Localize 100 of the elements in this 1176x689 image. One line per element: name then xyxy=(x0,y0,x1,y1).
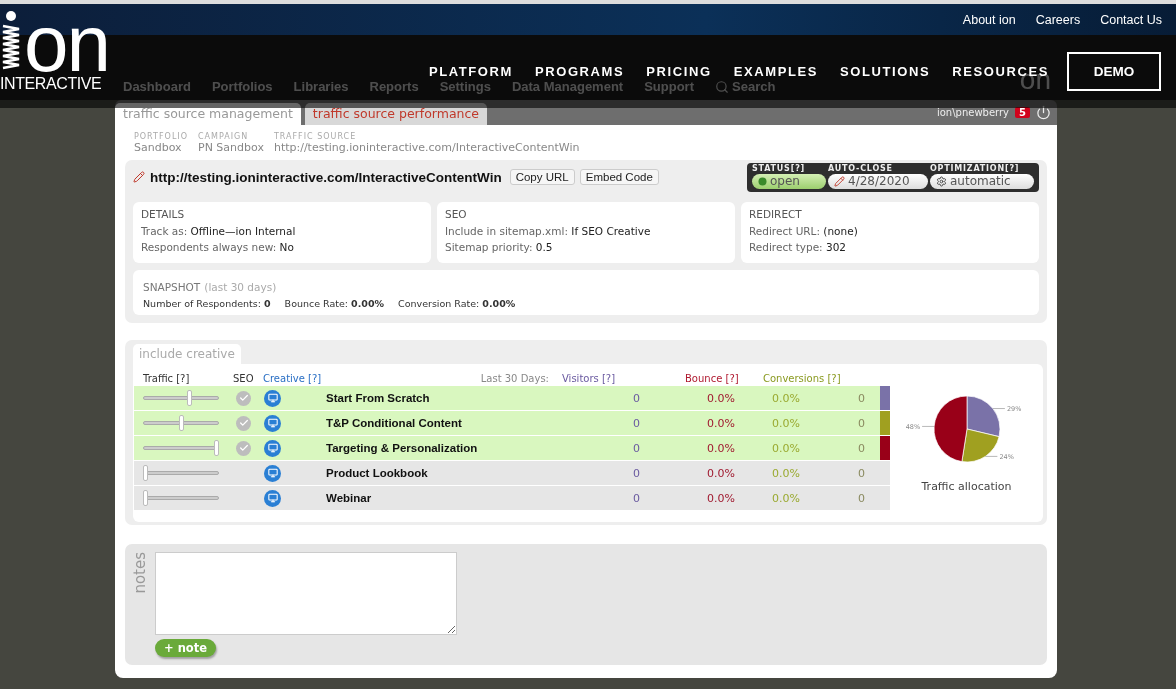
check-icon[interactable] xyxy=(236,390,251,406)
snapshot-metric: Number of Respondents: 0 xyxy=(143,298,271,309)
status-pill[interactable]: 4/28/2020 xyxy=(828,173,928,189)
table-cell-text: 0.0% xyxy=(706,416,736,430)
snapshot-title: SNAPSHOT xyxy=(143,281,201,293)
card-line: Track as: Offline—ion Internal xyxy=(141,224,297,239)
leader-line xyxy=(984,456,998,457)
pencil-icon xyxy=(834,175,845,187)
column-header: Creative [?] xyxy=(263,372,322,384)
creative-row[interactable]: T&P Conditional Content 0 0.0% 0.0% 0 xyxy=(134,411,890,435)
creative-row[interactable]: Product Lookbook 0 0.0% 0.0% 0 xyxy=(134,461,890,485)
creative-name: T&P Conditional Content xyxy=(325,417,463,429)
breadcrumb-label: CAMPAIGN xyxy=(198,132,250,141)
top-link[interactable]: About ion xyxy=(962,12,1016,27)
monitor-icon[interactable] xyxy=(264,489,281,507)
breadcrumb-label: PORTFOLIO xyxy=(134,132,188,141)
table-cell-text: 0.0% xyxy=(706,391,736,405)
settings-icon xyxy=(936,175,947,187)
pencil-icon[interactable] xyxy=(133,171,145,183)
monitor-icon[interactable] xyxy=(264,439,281,457)
creative-name: Start From Scratch xyxy=(325,392,431,404)
table-cell-text: 0 xyxy=(857,491,866,505)
creative-row[interactable]: Webinar 0 0.0% 0.0% 0 xyxy=(134,486,890,510)
source-url: http://testing.ioninteractive.com/InteractiveContentWin xyxy=(150,169,502,185)
monitor-icon[interactable] xyxy=(264,414,281,432)
table-cell-text: 0 xyxy=(632,416,641,430)
top-link[interactable]: Contact Us xyxy=(1100,12,1162,27)
table-cell-text: 0 xyxy=(857,416,866,430)
column-header: Last 30 Days: xyxy=(480,372,550,384)
snapshot-period: (last 30 days) xyxy=(204,281,277,293)
table-cell-text: 0 xyxy=(632,466,641,480)
table-cell-text: 0.0% xyxy=(771,391,801,405)
status-label: OPTIMIZATION[?] xyxy=(930,163,1021,174)
table-cell-text: 0.0% xyxy=(771,416,801,430)
breadcrumb-value: http://testing.ioninteractive.com/InteractiveContentWin xyxy=(273,141,580,154)
check-icon[interactable] xyxy=(236,440,251,456)
slider-thumb[interactable] xyxy=(214,440,219,456)
slider-thumb[interactable] xyxy=(143,490,148,506)
table-cell-text: 0 xyxy=(632,491,641,505)
status-pill[interactable]: open xyxy=(752,173,826,189)
breadcrumb-value: PN Sandbox xyxy=(198,141,264,154)
card-line: Respondents always new: No xyxy=(141,240,295,255)
chart-title: Traffic allocation xyxy=(921,480,1012,493)
nav-link[interactable]: EXAMPLES xyxy=(733,64,818,79)
top-link[interactable]: Careers xyxy=(1035,12,1081,27)
monitor-icon[interactable] xyxy=(264,389,281,407)
status-value: automatic xyxy=(950,174,1011,188)
status-pill[interactable]: automatic xyxy=(930,173,1034,189)
table-cell-text: 0 xyxy=(632,441,641,455)
table-cell-text: 0.0% xyxy=(771,466,801,480)
traffic-slider[interactable] xyxy=(143,465,219,481)
monitor-icon[interactable] xyxy=(264,464,281,482)
card-line: Include in sitemap.xml: If SEO Creative xyxy=(445,224,652,239)
card-line: Redirect type: 302 xyxy=(749,240,848,255)
leader-line xyxy=(992,408,1005,409)
snapshot-metric: Conversion Rate: 0.00% xyxy=(398,298,516,309)
column-header: SEO xyxy=(232,372,255,384)
snapshot-metric: Bounce Rate: 0.00% xyxy=(284,298,385,309)
breadcrumb-label: TRAFFIC SOURCE xyxy=(273,132,358,141)
status-label: AUTO-CLOSE xyxy=(828,163,894,174)
status-value: open xyxy=(770,174,800,188)
url-button[interactable]: Copy URL xyxy=(509,169,575,185)
logo-word: on xyxy=(24,13,109,75)
column-header: Visitors [?] xyxy=(561,372,617,384)
nav-link[interactable]: PROGRAMS xyxy=(534,64,625,79)
status-value: 4/28/2020 xyxy=(848,174,910,188)
power-icon[interactable] xyxy=(1036,105,1051,120)
nav-link[interactable]: PRICING xyxy=(646,64,712,79)
creative-row[interactable]: Targeting & Personalization 0 0.0% 0.0% 0 xyxy=(134,436,890,460)
table-cell-text: 0 xyxy=(632,391,641,405)
spring-icon xyxy=(0,10,22,72)
tab[interactable]: traffic source performance xyxy=(304,103,488,125)
column-header: Bounce [?] xyxy=(684,372,740,384)
table-cell-text: 0.0% xyxy=(706,466,736,480)
card-title: SEO xyxy=(445,208,468,220)
card-title: REDIRECT xyxy=(749,208,803,220)
card-line: Sitemap priority: 0.5 xyxy=(445,240,554,255)
notification-badge[interactable]: 5 xyxy=(1015,107,1030,118)
notes-field[interactable] xyxy=(155,552,457,635)
check-icon[interactable] xyxy=(236,415,251,431)
traffic-slider[interactable] xyxy=(143,390,219,406)
nav-link[interactable]: PLATFORM xyxy=(428,64,513,79)
table-cell-text: 0.0% xyxy=(706,441,736,455)
creative-name: Webinar xyxy=(325,492,373,504)
table-cell-text: 0 xyxy=(857,391,866,405)
creative-name: Product Lookbook xyxy=(325,467,429,479)
slider-thumb[interactable] xyxy=(187,390,192,406)
slider-thumb[interactable] xyxy=(178,415,184,431)
table-cell-text: 0 xyxy=(857,466,866,480)
demo-button[interactable]: DEMO xyxy=(1067,52,1161,91)
slider-thumb[interactable] xyxy=(143,465,148,481)
traffic-slider[interactable] xyxy=(143,490,219,506)
nav-link[interactable]: SOLUTIONS xyxy=(840,64,931,79)
card-line: Redirect URL: (none) xyxy=(749,224,859,239)
table-cell-text: 0.0% xyxy=(706,491,736,505)
creative-row[interactable]: Start From Scratch 0 0.0% 0.0% 0 xyxy=(134,386,890,410)
table-cell-text: 0.0% xyxy=(771,441,801,455)
traffic-slider[interactable] xyxy=(143,415,219,431)
traffic-slider[interactable] xyxy=(143,440,219,456)
url-button[interactable]: Embed Code xyxy=(579,169,659,185)
